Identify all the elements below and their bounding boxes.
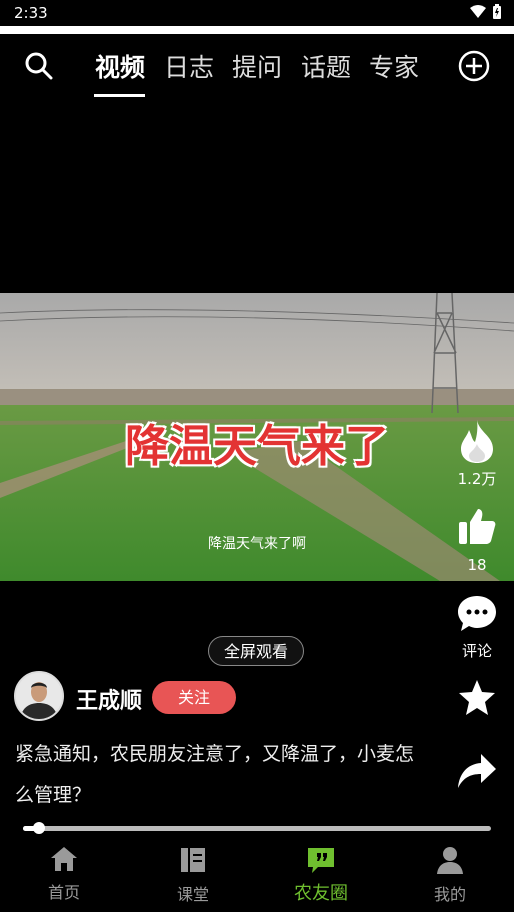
comment-label: 评论 bbox=[461, 642, 492, 660]
tab-expert[interactable]: 专家 bbox=[369, 48, 419, 84]
add-circle-icon[interactable] bbox=[458, 50, 490, 82]
nav-mine-label: 我的 bbox=[433, 885, 466, 904]
video-subtitle: 降温天气来了啊 bbox=[208, 536, 306, 552]
status-time: 2:33 bbox=[14, 4, 48, 22]
author-photo bbox=[16, 673, 62, 719]
tab-topic[interactable]: 话题 bbox=[301, 48, 351, 84]
comment-icon bbox=[458, 596, 496, 631]
fullscreen-button[interactable]: 全屏观看 bbox=[208, 636, 304, 666]
tab-video[interactable]: 视频 bbox=[95, 48, 145, 84]
avatar[interactable] bbox=[14, 671, 64, 721]
favorite-button[interactable] bbox=[452, 678, 502, 722]
video-title-overlay: 降温天气来了 bbox=[125, 421, 389, 472]
top-nav: 视频 日志 提问 话题 专家 bbox=[0, 34, 514, 104]
hot-count: 1.2万 bbox=[457, 470, 497, 488]
active-tab-indicator bbox=[94, 94, 145, 97]
nav-mine[interactable]: 我的 bbox=[400, 846, 500, 905]
tab-journal[interactable]: 日志 bbox=[164, 48, 214, 84]
top-divider bbox=[0, 26, 514, 34]
home-icon bbox=[51, 847, 77, 871]
hot-button[interactable]: 1.2万 bbox=[452, 418, 502, 489]
book-icon bbox=[181, 848, 205, 872]
progress-track[interactable] bbox=[23, 826, 491, 831]
nav-classroom[interactable]: 课堂 bbox=[143, 846, 243, 905]
progress-handle[interactable] bbox=[33, 822, 46, 834]
nav-home[interactable]: 首页 bbox=[14, 846, 114, 903]
status-bar: 2:33 bbox=[0, 0, 514, 26]
video-player[interactable]: 降温天气来了 降温天气来了啊 bbox=[0, 293, 514, 581]
like-button[interactable]: 18 bbox=[452, 506, 502, 574]
author-name[interactable]: 王成顺 bbox=[76, 683, 142, 715]
nav-farm-circle-label: 农友圈 bbox=[294, 883, 348, 904]
battery-icon bbox=[493, 4, 501, 19]
comment-button[interactable]: 评论 bbox=[452, 594, 502, 661]
chat-quote-icon bbox=[308, 848, 334, 873]
like-count: 18 bbox=[467, 556, 487, 574]
thumbs-up-icon bbox=[459, 509, 496, 544]
nav-farm-circle[interactable]: 农友圈 bbox=[271, 846, 371, 905]
person-icon bbox=[437, 847, 463, 874]
share-arrow-icon bbox=[458, 754, 496, 788]
flame-icon bbox=[461, 420, 493, 463]
nav-home-label: 首页 bbox=[47, 883, 80, 902]
share-button[interactable] bbox=[452, 752, 502, 794]
search-icon[interactable] bbox=[25, 52, 53, 80]
wifi-icon bbox=[470, 5, 486, 18]
star-icon bbox=[459, 680, 495, 715]
post-description: 紧急通知，农民朋友注意了，又降温了，小麦怎么管理？ bbox=[15, 743, 415, 806]
follow-button[interactable]: 关注 bbox=[152, 681, 236, 714]
nav-classroom-label: 课堂 bbox=[176, 885, 209, 904]
tab-question[interactable]: 提问 bbox=[232, 48, 282, 84]
